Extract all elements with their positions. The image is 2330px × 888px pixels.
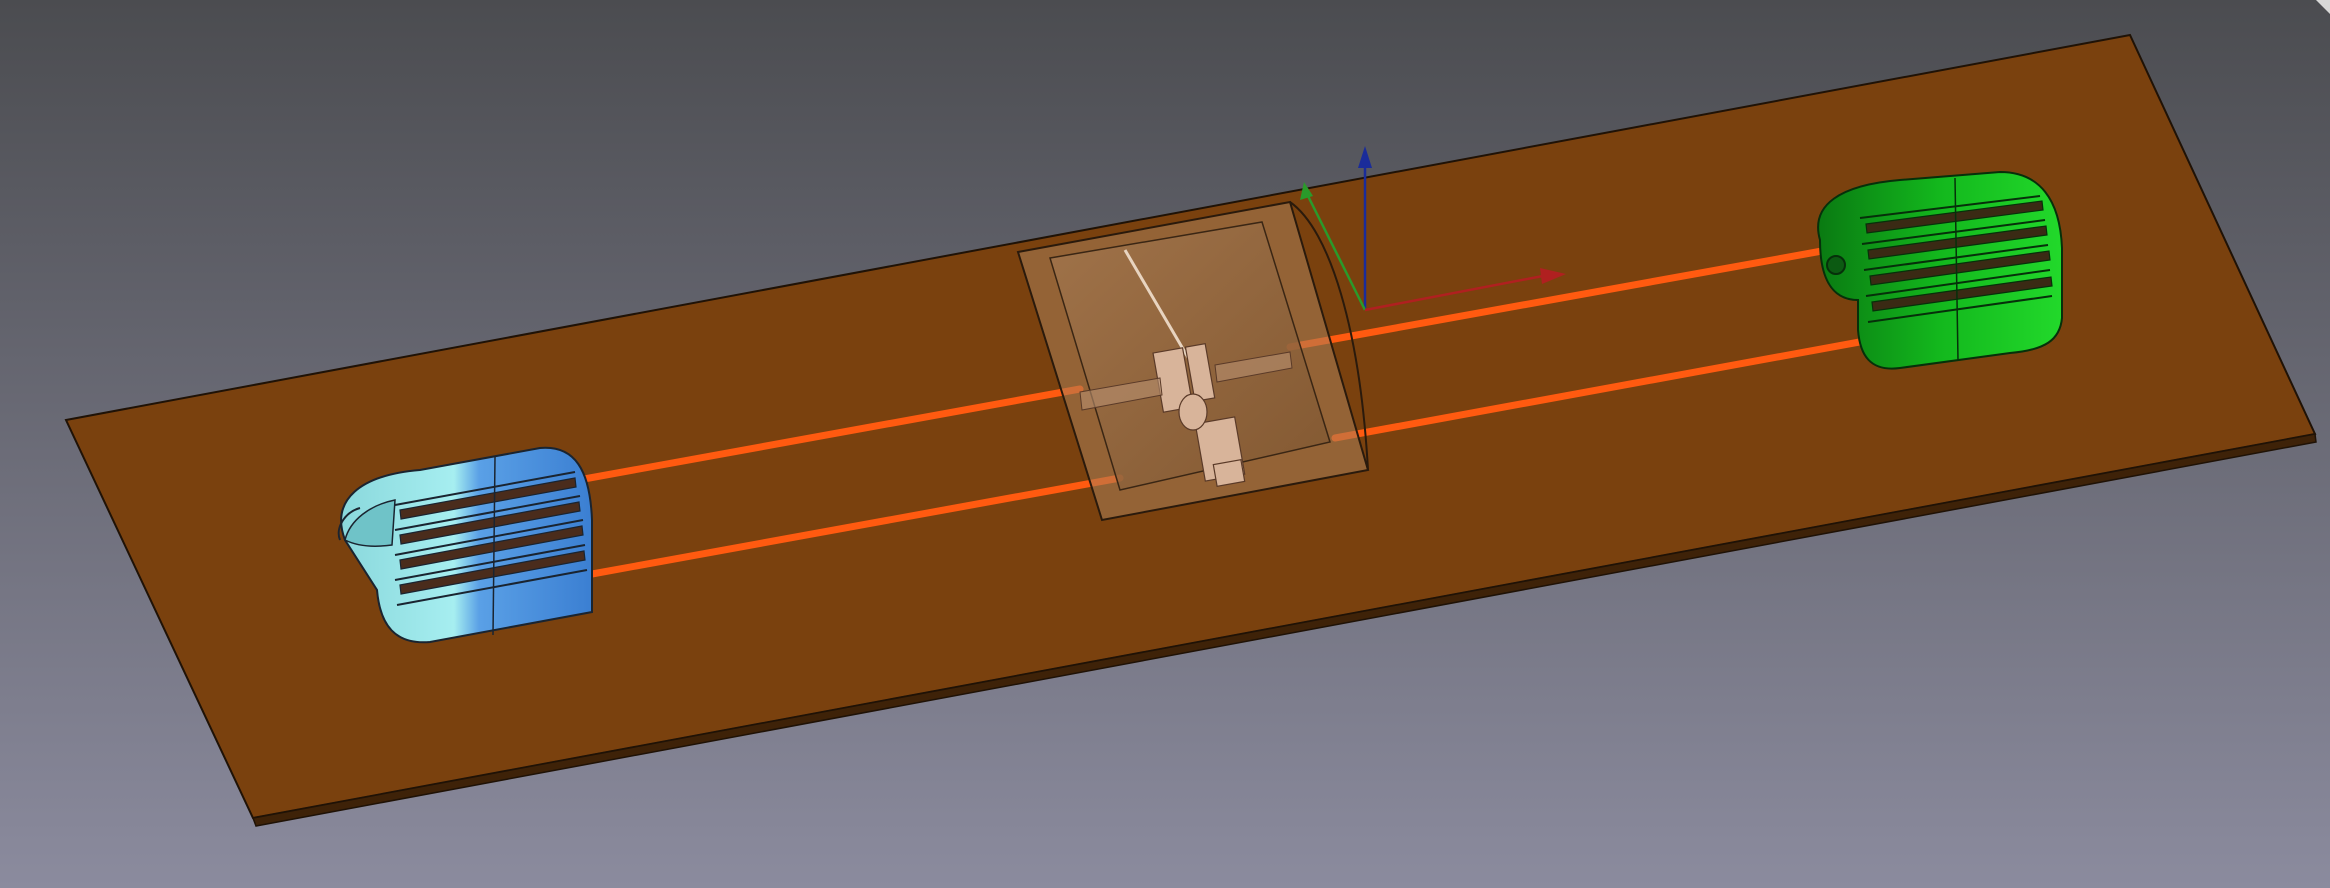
3d-viewport[interactable] [0, 0, 2330, 888]
3d-scene[interactable] [0, 0, 2330, 888]
